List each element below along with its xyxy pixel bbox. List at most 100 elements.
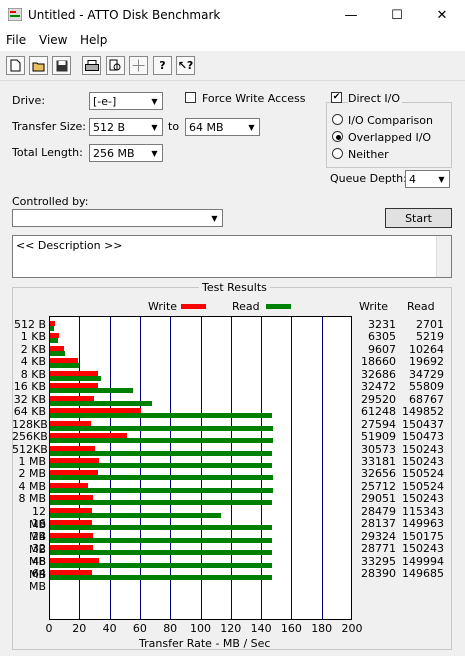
row-size-label: 1 MB <box>18 454 46 468</box>
read-value: 149852 <box>402 405 444 419</box>
write-value: 33295 <box>361 554 396 568</box>
direct-io-checkbox[interactable]: ✔ <box>331 92 342 103</box>
menu-file[interactable]: File <box>6 33 26 47</box>
help-icon[interactable]: ? <box>153 56 172 75</box>
controlled-by-label: Controlled by: <box>12 195 89 208</box>
write-value: 32472 <box>361 380 396 394</box>
open-icon[interactable] <box>29 56 48 75</box>
row-size-label: 2 KB <box>20 342 46 356</box>
col-write-header: Write <box>359 300 389 313</box>
io-comparison-radio[interactable] <box>332 114 343 125</box>
grid-line <box>291 317 292 619</box>
context-help-icon[interactable]: ↖? <box>176 56 195 75</box>
write-value: 32656 <box>361 467 396 481</box>
total-length-label: Total Length: <box>12 146 83 159</box>
total-length-value: 256 MB <box>93 147 135 160</box>
transfer-size-from-select[interactable]: 512 B ▼ <box>89 118 163 136</box>
read-value: 150473 <box>402 430 444 444</box>
read-bar <box>50 350 66 356</box>
overlapped-io-label: Overlapped I/O <box>348 131 432 144</box>
write-value: 28390 <box>361 567 396 580</box>
row-size-label: 4 MB <box>18 479 46 493</box>
new-icon[interactable] <box>6 56 25 75</box>
chevron-down-icon: ▼ <box>433 171 449 187</box>
write-value: 32686 <box>361 367 396 381</box>
read-value: 149685 <box>402 567 444 580</box>
print-icon[interactable] <box>82 56 101 75</box>
read-value: 150243 <box>402 442 444 456</box>
controlled-by-select[interactable]: ▼ <box>12 209 223 227</box>
read-bar <box>50 363 80 369</box>
chevron-down-icon: ▼ <box>146 93 162 109</box>
minimize-button[interactable]: — <box>328 0 374 31</box>
write-value: 28137 <box>361 517 396 531</box>
transfer-size-label: Transfer Size: <box>12 120 87 133</box>
read-value: 150243 <box>402 492 444 506</box>
start-button[interactable]: Start <box>385 208 452 228</box>
x-tick-label: 0 <box>45 622 53 635</box>
queue-depth-select[interactable]: 4 ▼ <box>405 170 450 188</box>
maximize-button[interactable]: ☐ <box>374 0 420 31</box>
description-text: << Description >> <box>16 239 123 252</box>
description-scrollbar[interactable] <box>436 236 451 277</box>
chevron-down-icon: ▼ <box>206 210 222 226</box>
write-value: 51909 <box>361 430 396 444</box>
x-tick-label: 60 <box>132 622 147 635</box>
row-size-label: 16 KB <box>13 380 46 394</box>
read-bar <box>50 525 272 531</box>
transfer-from-value: 512 B <box>93 121 126 134</box>
transfer-size-to-select[interactable]: 64 MB ▼ <box>185 118 260 136</box>
read-value: 19692 <box>409 355 444 369</box>
x-tick-label: 40 <box>102 622 117 635</box>
force-write-label: Force Write Access <box>202 92 306 105</box>
read-value: 55809 <box>409 380 444 394</box>
read-bar <box>50 537 273 543</box>
menu-help[interactable]: Help <box>80 33 107 47</box>
move-icon[interactable] <box>129 56 148 75</box>
row-size-label: 8 KB <box>20 367 46 381</box>
total-length-select[interactable]: 256 MB ▼ <box>89 144 163 162</box>
grid-line <box>322 317 323 619</box>
drive-select[interactable]: [-e-] ▼ <box>89 92 163 110</box>
write-value: 61248 <box>361 405 396 419</box>
read-value: 150243 <box>402 454 444 468</box>
read-bar <box>50 400 152 406</box>
read-value: 34729 <box>409 367 444 381</box>
x-tick-label: 180 <box>311 622 333 635</box>
save-icon[interactable] <box>52 56 71 75</box>
write-value: 29324 <box>361 529 396 543</box>
queue-depth-label: Queue Depth: <box>330 172 407 185</box>
row-size-label: 512KB <box>12 442 48 456</box>
menu-view[interactable]: View <box>39 33 67 47</box>
neither-radio[interactable] <box>332 148 343 159</box>
chevron-down-icon: ▼ <box>243 119 259 135</box>
description-textarea[interactable]: << Description >> <box>12 235 452 278</box>
queue-depth-value: 4 <box>409 173 416 186</box>
read-bar <box>50 450 273 456</box>
write-value: 33181 <box>361 454 396 468</box>
col-read-header: Read <box>407 300 435 313</box>
row-size-label: 256KB <box>12 430 48 444</box>
read-bar <box>50 500 273 506</box>
row-size-label: 128KB <box>12 417 48 431</box>
close-button[interactable]: ✕ <box>419 0 465 31</box>
print-preview-icon[interactable] <box>106 56 125 75</box>
write-value: 27594 <box>361 417 396 431</box>
read-bar <box>50 438 273 443</box>
row-size-label: 64 MB <box>28 567 46 593</box>
x-tick-label: 100 <box>190 622 211 635</box>
row-size-label: 8 MB <box>18 492 46 506</box>
overlapped-io-radio[interactable] <box>332 131 343 142</box>
x-axis-label: Transfer Rate - MB / Sec <box>139 637 271 650</box>
force-write-checkbox[interactable] <box>185 92 196 103</box>
direct-io-label: Direct I/O <box>348 92 403 105</box>
x-tick-label: 80 <box>163 622 178 635</box>
write-value: 6305 <box>368 330 396 344</box>
read-bar <box>50 375 102 381</box>
neither-label: Neither <box>348 148 389 161</box>
read-value: 10264 <box>409 342 444 356</box>
x-tick-label: 160 <box>280 622 302 635</box>
drive-value: [-e-] <box>93 95 117 108</box>
write-value: 28771 <box>361 542 396 556</box>
chart-plot-area <box>49 316 352 620</box>
